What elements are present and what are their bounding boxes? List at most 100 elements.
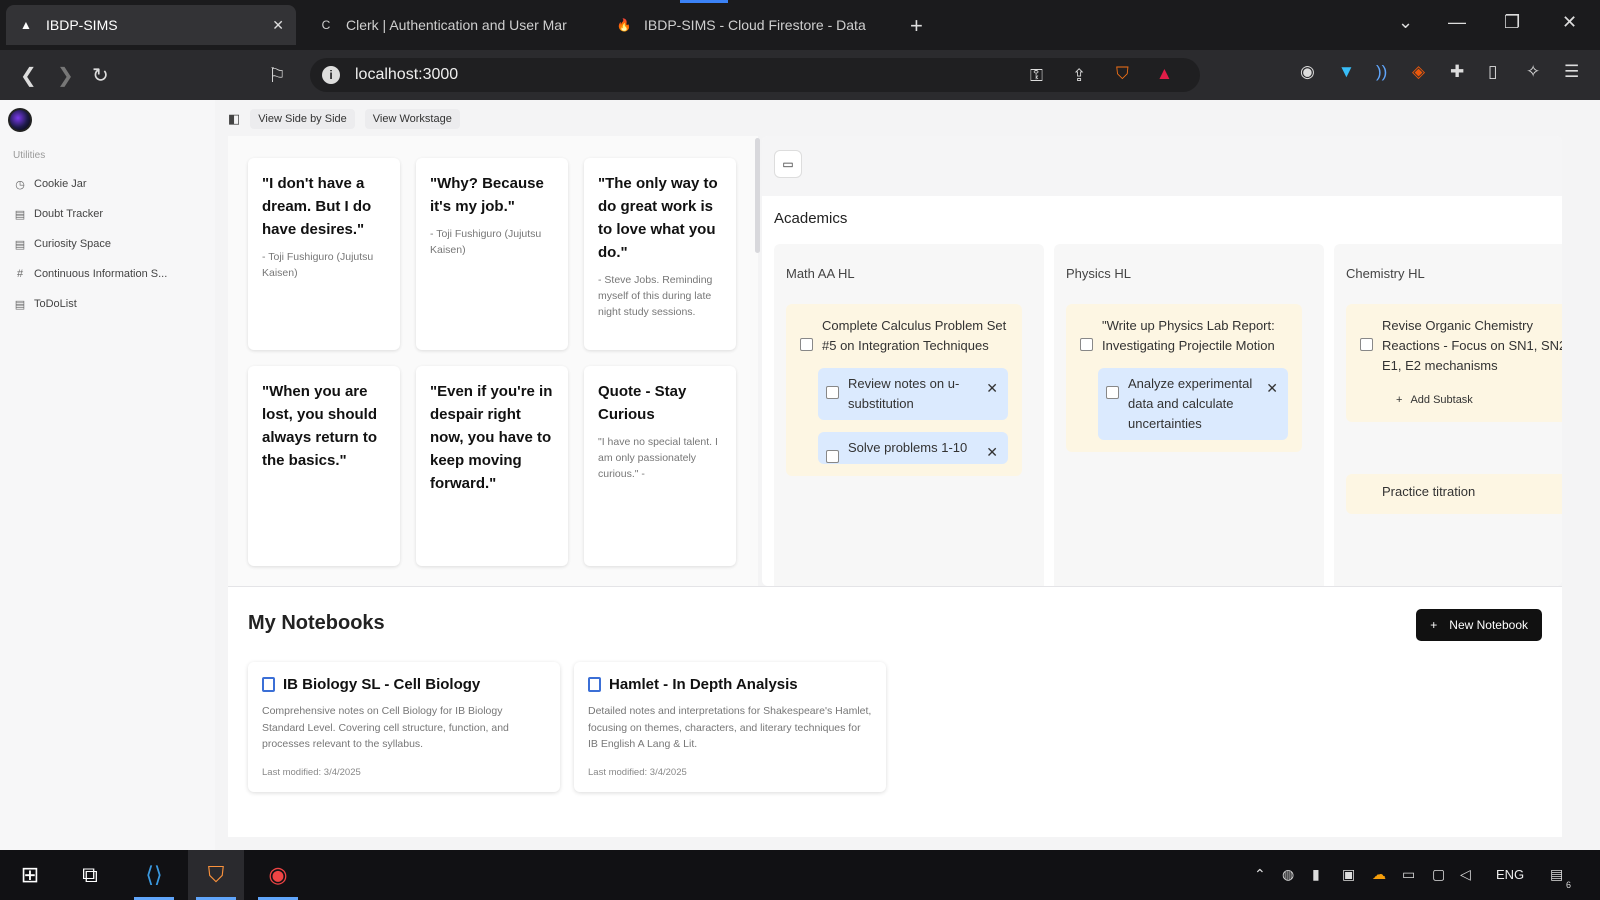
restore-icon[interactable]: ❐ <box>1504 12 1520 33</box>
extension-wave-icon[interactable]: )) <box>1376 62 1387 82</box>
extension-glasses-icon[interactable]: ◉ <box>1300 62 1315 82</box>
clerk-icon: C <box>321 18 331 32</box>
book-icon: ▤ <box>14 298 26 311</box>
remove-subtask-icon[interactable]: ✕ <box>986 442 998 462</box>
view-workstage-button[interactable]: View Workstage <box>364 109 460 129</box>
plus-icon: + <box>1396 394 1403 406</box>
vscode-icon[interactable]: ⟨⟩ <box>126 850 182 900</box>
tray-app-icon[interactable]: ▣ <box>1342 866 1355 883</box>
menu-icon[interactable]: ☰ <box>1564 62 1579 82</box>
extensions-puzzle-icon[interactable]: ✚ <box>1450 62 1464 82</box>
task-checkbox[interactable] <box>1080 338 1093 351</box>
site-info-icon[interactable]: i <box>322 66 340 84</box>
task-card[interactable]: "Write up Physics Lab Report: Investigat… <box>1066 304 1302 452</box>
sidebar: Utilities ◷ Cookie Jar ▤ Doubt Tracker ▤… <box>0 100 215 850</box>
back-icon[interactable]: ❮ <box>20 63 37 88</box>
quotes-panel: "I don't have a dream. But I do have des… <box>228 136 758 586</box>
reload-icon[interactable]: ↻ <box>92 63 109 88</box>
forward-icon[interactable]: ❯ <box>57 63 74 88</box>
task-checkbox[interactable] <box>1360 338 1373 351</box>
close-tab-icon[interactable]: ✕ <box>272 17 284 34</box>
subtask[interactable]: Solve problems 1-10 ✕ <box>818 432 1008 464</box>
tab-clerk[interactable]: C Clerk | Authentication and User Mar <box>306 5 596 45</box>
notification-count: 6 <box>1566 880 1572 890</box>
quote-card[interactable]: Quote - Stay Curious "I have no special … <box>584 366 736 566</box>
network-icon[interactable]: ▢ <box>1432 866 1445 883</box>
share-icon[interactable]: ⇪ <box>1072 66 1086 86</box>
extension-stack-icon[interactable]: ◈ <box>1412 62 1425 82</box>
brave-browser-icon[interactable]: ⛉ <box>188 850 244 900</box>
add-subtask-button[interactable]: + Add Subtask <box>1396 390 1562 410</box>
quote-card[interactable]: "I don't have a dream. But I do have des… <box>248 158 400 350</box>
view-side-by-side-button[interactable]: View Side by Side <box>250 109 355 129</box>
subtask-checkbox[interactable] <box>1106 386 1119 399</box>
vercel-icon: ▲ <box>20 18 32 32</box>
notebook-card[interactable]: IB Biology SL - Cell Biology Comprehensi… <box>248 662 560 792</box>
task-card[interactable]: Revise Organic Chemistry Reactions - Foc… <box>1346 304 1562 422</box>
sidebar-item-continuous-information[interactable]: # Continuous Information S... <box>14 264 167 284</box>
sidebar-section-label: Utilities <box>13 150 46 161</box>
tab-firestore[interactable]: 🔥 IBDP-SIMS - Cloud Firestore - Data <box>604 5 894 45</box>
archive-icon[interactable]: ▭ <box>774 150 802 178</box>
sidebar-toggle-icon[interactable]: ▯ <box>1488 62 1497 82</box>
url-field[interactable]: i localhost:3000 ⚿ ⇪ ⛉ ▲ <box>310 58 1200 92</box>
microphone-icon[interactable]: ▮ <box>1312 866 1320 883</box>
panel-toggle-icon[interactable]: ◧ <box>228 111 240 127</box>
sidebar-item-cookie-jar[interactable]: ◷ Cookie Jar <box>14 174 86 194</box>
task-checkbox[interactable] <box>800 338 813 351</box>
cloud-icon[interactable]: ☁ <box>1372 866 1386 883</box>
subtask[interactable]: Review notes on u-substitution ✕ <box>818 368 1008 420</box>
tray-overflow-icon[interactable]: ⌃ <box>1254 866 1266 883</box>
minimize-icon[interactable]: — <box>1448 12 1466 33</box>
tray-app-icon[interactable]: ◍ <box>1282 866 1294 883</box>
tab-list-icon[interactable]: ⌄ <box>1398 12 1413 33</box>
quotes-scrollbar[interactable] <box>755 138 760 253</box>
task-view-icon[interactable]: ⧉ <box>62 850 118 900</box>
volume-icon[interactable]: ◁ <box>1460 866 1471 883</box>
remove-subtask-icon[interactable]: ✕ <box>1266 378 1278 398</box>
board-header: ▭ <box>762 136 1562 196</box>
leo-ai-icon[interactable]: ✧ <box>1526 62 1540 82</box>
password-key-icon[interactable]: ⚿ <box>1030 66 1043 86</box>
windows-start-icon[interactable]: ⊞ <box>2 850 58 900</box>
view-toolbar: ◧ View Side by Side View Workstage <box>228 108 460 130</box>
hash-icon: # <box>16 268 24 280</box>
notebook-icon <box>262 677 275 692</box>
close-window-icon[interactable]: ✕ <box>1562 12 1577 33</box>
app-root: Utilities ◷ Cookie Jar ▤ Doubt Tracker ▤… <box>0 100 1600 850</box>
bookmark-icon[interactable]: ⚐ <box>268 63 286 88</box>
app-logo[interactable] <box>8 108 32 132</box>
column-chemistry: Chemistry HL Revise Organic Chemistry Re… <box>1334 244 1562 586</box>
quote-card[interactable]: "The only way to do great work is to lov… <box>584 158 736 350</box>
remove-subtask-icon[interactable]: ✕ <box>986 378 998 398</box>
quote-card[interactable]: "Even if you're in despair right now, yo… <box>416 366 568 566</box>
tab-ibdp-sims[interactable]: ▲ IBDP-SIMS ✕ <box>6 5 296 45</box>
new-tab-button[interactable]: + <box>910 13 923 39</box>
subtask-checkbox[interactable] <box>826 450 839 463</box>
quote-card[interactable]: "Why? Because it's my job." - Toji Fushi… <box>416 158 568 350</box>
subtask[interactable]: Analyze experimental data and calculate … <box>1098 368 1288 440</box>
loading-indicator <box>680 0 728 3</box>
notebooks-title: My Notebooks <box>248 612 385 634</box>
extension-filter-icon[interactable]: ▼ <box>1338 62 1355 82</box>
notebooks-section: My Notebooks + New Notebook IB Biology S… <box>228 587 1562 837</box>
sidebar-item-doubt-tracker[interactable]: ▤ Doubt Tracker <box>14 204 103 224</box>
sidebar-item-todolist[interactable]: ▤ ToDoList <box>14 294 77 314</box>
quote-card[interactable]: "When you are lost, you should always re… <box>248 366 400 566</box>
new-notebook-button[interactable]: + New Notebook <box>1416 609 1542 641</box>
brave-shields-icon[interactable]: ⛉ <box>1116 64 1129 84</box>
task-card[interactable]: Complete Calculus Problem Set #5 on Inte… <box>786 304 1022 476</box>
board-title: Academics <box>774 210 848 227</box>
language-indicator[interactable]: ENG <box>1496 867 1524 882</box>
firebase-icon: 🔥 <box>616 18 632 32</box>
obs-icon[interactable]: ◉ <box>250 850 306 900</box>
academics-board: ▭ Academics Math AA HL Complete Calculus… <box>762 136 1562 586</box>
notifications-icon[interactable]: ▤ <box>1550 866 1563 883</box>
battery-icon[interactable]: ▭ <box>1402 866 1415 883</box>
notebook-card[interactable]: Hamlet - In Depth Analysis Detailed note… <box>574 662 886 792</box>
sidebar-item-curiosity-space[interactable]: ▤ Curiosity Space <box>14 234 111 254</box>
subtask-checkbox[interactable] <box>826 386 839 399</box>
browser-tab-bar: ▲ IBDP-SIMS ✕ C Clerk | Authentication a… <box>0 0 1600 50</box>
task-card[interactable]: Practice titration <box>1346 474 1562 514</box>
brave-rewards-icon[interactable]: ▲ <box>1156 64 1173 84</box>
